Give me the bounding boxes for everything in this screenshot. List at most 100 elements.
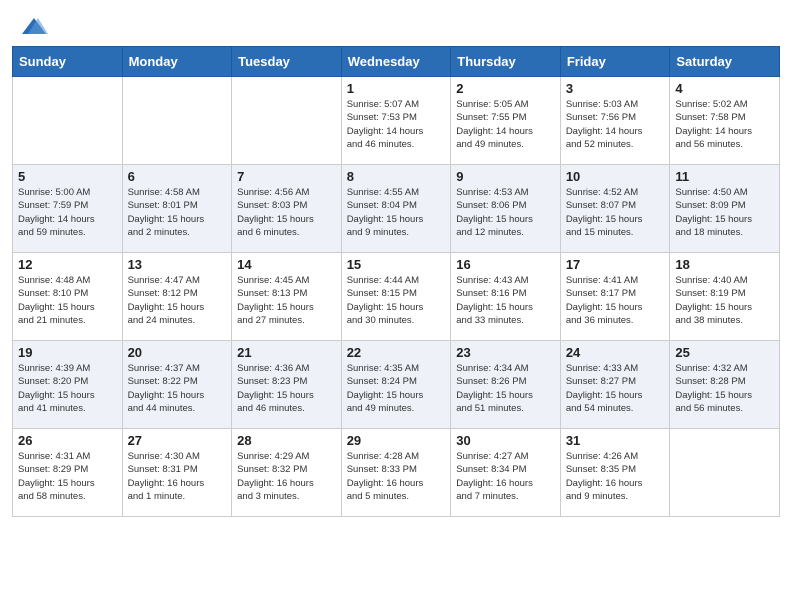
day-number: 8 <box>347 169 446 184</box>
day-cell-16: 16 Sunrise: 4:43 AM Sunset: 8:16 PM Dayli… <box>451 253 561 341</box>
week-row-3: 12 Sunrise: 4:48 AM Sunset: 8:10 PM Dayli… <box>13 253 780 341</box>
day-number: 19 <box>18 345 117 360</box>
day-number: 27 <box>128 433 227 448</box>
cell-info: Sunrise: 4:36 AM Sunset: 8:23 PM Dayligh… <box>237 362 336 415</box>
day-number: 7 <box>237 169 336 184</box>
cell-info: Sunrise: 5:05 AM Sunset: 7:55 PM Dayligh… <box>456 98 555 151</box>
day-number: 25 <box>675 345 774 360</box>
cell-info: Sunrise: 4:50 AM Sunset: 8:09 PM Dayligh… <box>675 186 774 239</box>
week-row-1: 1 Sunrise: 5:07 AM Sunset: 7:53 PM Daylig… <box>13 77 780 165</box>
cell-info: Sunrise: 4:44 AM Sunset: 8:15 PM Dayligh… <box>347 274 446 327</box>
day-number: 16 <box>456 257 555 272</box>
day-cell-31: 31Sunrise: 4:26 AM Sunset: 8:35 PM Dayli… <box>560 429 670 517</box>
cell-info: Sunrise: 4:40 AM Sunset: 8:19 PM Dayligh… <box>675 274 774 327</box>
week-row-2: 5 Sunrise: 5:00 AM Sunset: 7:59 PM Daylig… <box>13 165 780 253</box>
cell-info: Sunrise: 5:07 AM Sunset: 7:53 PM Dayligh… <box>347 98 446 151</box>
day-number: 2 <box>456 81 555 96</box>
calendar-container: SundayMondayTuesdayWednesdayThursdayFrid… <box>0 46 792 529</box>
day-number: 30 <box>456 433 555 448</box>
cell-info: Sunrise: 4:47 AM Sunset: 8:12 PM Dayligh… <box>128 274 227 327</box>
cell-info: Sunrise: 4:39 AM Sunset: 8:20 PM Dayligh… <box>18 362 117 415</box>
cell-info: Sunrise: 4:35 AM Sunset: 8:24 PM Dayligh… <box>347 362 446 415</box>
cell-info: Sunrise: 4:43 AM Sunset: 8:16 PM Dayligh… <box>456 274 555 327</box>
day-cell-10: 10Sunrise: 4:52 AM Sunset: 8:07 PM Dayli… <box>560 165 670 253</box>
day-number: 4 <box>675 81 774 96</box>
day-header-sunday: Sunday <box>13 47 123 77</box>
week-row-5: 26 Sunrise: 4:31 AM Sunset: 8:29 PM Dayli… <box>13 429 780 517</box>
day-cell-12: 12 Sunrise: 4:48 AM Sunset: 8:10 PM Dayli… <box>13 253 123 341</box>
day-number: 14 <box>237 257 336 272</box>
day-cell-30: 30 Sunrise: 4:27 AM Sunset: 8:34 PM Dayli… <box>451 429 561 517</box>
day-cell-23: 23 Sunrise: 4:34 AM Sunset: 8:26 PM Dayli… <box>451 341 561 429</box>
cell-info: Sunrise: 4:55 AM Sunset: 8:04 PM Dayligh… <box>347 186 446 239</box>
cell-info: Sunrise: 4:32 AM Sunset: 8:28 PM Dayligh… <box>675 362 774 415</box>
day-number: 28 <box>237 433 336 448</box>
day-cell-22: 22 Sunrise: 4:35 AM Sunset: 8:24 PM Dayli… <box>341 341 451 429</box>
day-number: 21 <box>237 345 336 360</box>
day-cell-21: 21 Sunrise: 4:36 AM Sunset: 8:23 PM Dayli… <box>232 341 342 429</box>
day-cell-26: 26 Sunrise: 4:31 AM Sunset: 8:29 PM Dayli… <box>13 429 123 517</box>
cell-info: Sunrise: 4:56 AM Sunset: 8:03 PM Dayligh… <box>237 186 336 239</box>
cell-info: Sunrise: 5:00 AM Sunset: 7:59 PM Dayligh… <box>18 186 117 239</box>
cell-info: Sunrise: 4:27 AM Sunset: 8:34 PM Dayligh… <box>456 450 555 503</box>
logo <box>20 16 52 38</box>
day-number: 9 <box>456 169 555 184</box>
day-number: 24 <box>566 345 665 360</box>
day-cell-3: 3 Sunrise: 5:03 AM Sunset: 7:56 PM Daylig… <box>560 77 670 165</box>
day-cell-2: 2 Sunrise: 5:05 AM Sunset: 7:55 PM Daylig… <box>451 77 561 165</box>
day-cell-27: 27 Sunrise: 4:30 AM Sunset: 8:31 PM Dayli… <box>122 429 232 517</box>
empty-cell <box>13 77 123 165</box>
logo-icon <box>20 16 48 38</box>
day-cell-17: 17 Sunrise: 4:41 AM Sunset: 8:17 PM Dayli… <box>560 253 670 341</box>
day-number: 20 <box>128 345 227 360</box>
header-row: SundayMondayTuesdayWednesdayThursdayFrid… <box>13 47 780 77</box>
day-number: 17 <box>566 257 665 272</box>
cell-info: Sunrise: 4:34 AM Sunset: 8:26 PM Dayligh… <box>456 362 555 415</box>
day-number: 10 <box>566 169 665 184</box>
cell-info: Sunrise: 4:41 AM Sunset: 8:17 PM Dayligh… <box>566 274 665 327</box>
cell-info: Sunrise: 5:02 AM Sunset: 7:58 PM Dayligh… <box>675 98 774 151</box>
day-cell-11: 11 Sunrise: 4:50 AM Sunset: 8:09 PM Dayli… <box>670 165 780 253</box>
empty-cell <box>232 77 342 165</box>
day-number: 12 <box>18 257 117 272</box>
day-cell-19: 19 Sunrise: 4:39 AM Sunset: 8:20 PM Dayli… <box>13 341 123 429</box>
cell-info: Sunrise: 4:37 AM Sunset: 8:22 PM Dayligh… <box>128 362 227 415</box>
day-number: 22 <box>347 345 446 360</box>
day-header-wednesday: Wednesday <box>341 47 451 77</box>
day-cell-1: 1 Sunrise: 5:07 AM Sunset: 7:53 PM Daylig… <box>341 77 451 165</box>
calendar-table: SundayMondayTuesdayWednesdayThursdayFrid… <box>12 46 780 517</box>
cell-info: Sunrise: 4:30 AM Sunset: 8:31 PM Dayligh… <box>128 450 227 503</box>
day-cell-24: 24 Sunrise: 4:33 AM Sunset: 8:27 PM Dayli… <box>560 341 670 429</box>
day-cell-28: 28 Sunrise: 4:29 AM Sunset: 8:32 PM Dayli… <box>232 429 342 517</box>
cell-info: Sunrise: 4:29 AM Sunset: 8:32 PM Dayligh… <box>237 450 336 503</box>
cell-info: Sunrise: 4:45 AM Sunset: 8:13 PM Dayligh… <box>237 274 336 327</box>
day-number: 31 <box>566 433 665 448</box>
day-number: 6 <box>128 169 227 184</box>
cell-info: Sunrise: 4:58 AM Sunset: 8:01 PM Dayligh… <box>128 186 227 239</box>
cell-info: Sunrise: 4:48 AM Sunset: 8:10 PM Dayligh… <box>18 274 117 327</box>
day-cell-25: 25 Sunrise: 4:32 AM Sunset: 8:28 PM Dayli… <box>670 341 780 429</box>
day-cell-8: 8 Sunrise: 4:55 AM Sunset: 8:04 PM Daylig… <box>341 165 451 253</box>
day-cell-14: 14 Sunrise: 4:45 AM Sunset: 8:13 PM Dayli… <box>232 253 342 341</box>
cell-info: Sunrise: 4:31 AM Sunset: 8:29 PM Dayligh… <box>18 450 117 503</box>
day-number: 26 <box>18 433 117 448</box>
day-cell-20: 20 Sunrise: 4:37 AM Sunset: 8:22 PM Dayli… <box>122 341 232 429</box>
day-header-friday: Friday <box>560 47 670 77</box>
day-cell-18: 18Sunrise: 4:40 AM Sunset: 8:19 PM Dayli… <box>670 253 780 341</box>
page-header <box>0 0 792 46</box>
cell-info: Sunrise: 4:53 AM Sunset: 8:06 PM Dayligh… <box>456 186 555 239</box>
day-number: 3 <box>566 81 665 96</box>
day-number: 11 <box>675 169 774 184</box>
day-cell-4: 4 Sunrise: 5:02 AM Sunset: 7:58 PM Daylig… <box>670 77 780 165</box>
day-header-thursday: Thursday <box>451 47 561 77</box>
day-number: 5 <box>18 169 117 184</box>
day-number: 1 <box>347 81 446 96</box>
day-cell-29: 29Sunrise: 4:28 AM Sunset: 8:33 PM Dayli… <box>341 429 451 517</box>
day-number: 23 <box>456 345 555 360</box>
day-cell-9: 9 Sunrise: 4:53 AM Sunset: 8:06 PM Daylig… <box>451 165 561 253</box>
cell-info: Sunrise: 4:33 AM Sunset: 8:27 PM Dayligh… <box>566 362 665 415</box>
day-cell-15: 15Sunrise: 4:44 AM Sunset: 8:15 PM Dayli… <box>341 253 451 341</box>
empty-cell <box>670 429 780 517</box>
day-header-tuesday: Tuesday <box>232 47 342 77</box>
cell-info: Sunrise: 5:03 AM Sunset: 7:56 PM Dayligh… <box>566 98 665 151</box>
